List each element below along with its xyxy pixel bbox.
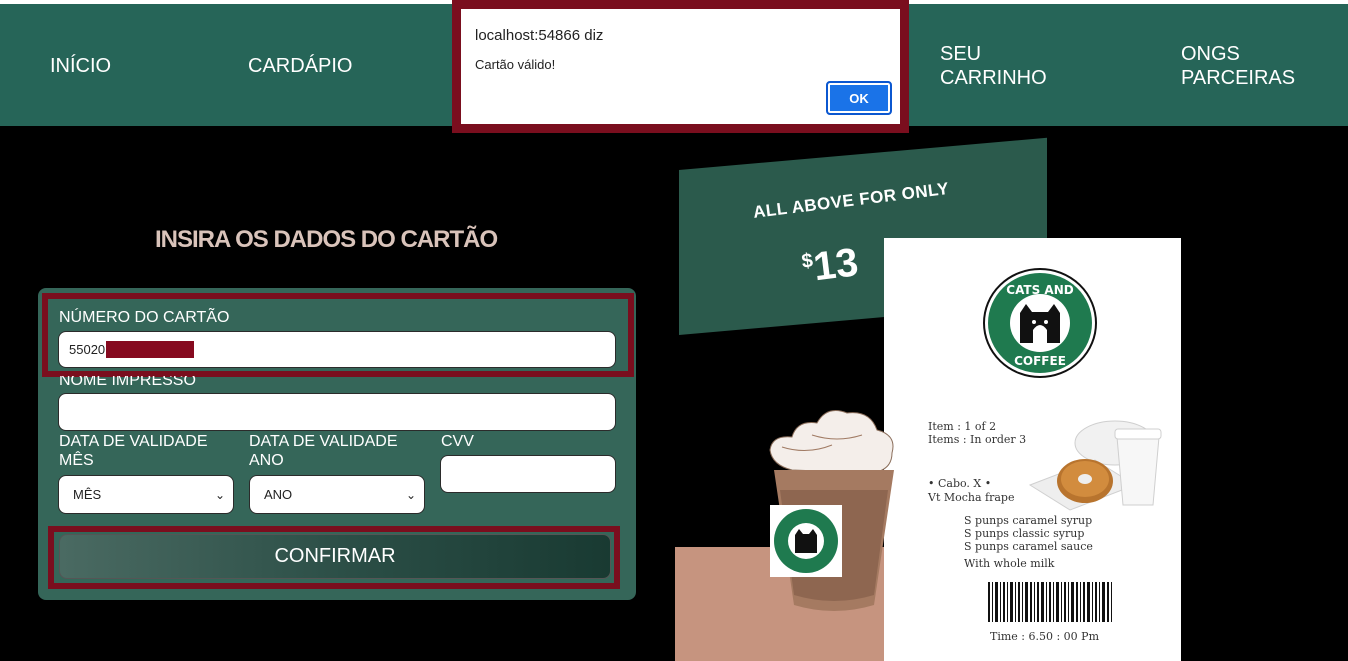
nav-link-cardapio[interactable]: CARDÁPIO: [248, 54, 352, 78]
card-number-highlight: [42, 293, 634, 377]
nav-ongs-line2: PARCEIRAS: [1181, 67, 1296, 89]
cats-and-coffee-logo-icon: CATS AND COFFEE: [983, 268, 1097, 378]
ok-button[interactable]: OK: [826, 81, 892, 115]
name-input[interactable]: [58, 393, 616, 431]
receipt-line: S punps classic syrup: [964, 527, 1085, 540]
month-label: DATA DE VALIDADE MÊS: [59, 432, 207, 470]
coffee-donut-icon: [1028, 420, 1162, 511]
logo-top-text: CATS AND: [1006, 283, 1073, 297]
year-label-line2: ANO: [249, 452, 284, 469]
receipt-line: S punps caramel syrup: [964, 514, 1093, 527]
month-label-line2: MÊS: [59, 452, 94, 469]
logo-bottom-text: COFFEE: [1014, 354, 1066, 368]
month-select-value: MÊS: [73, 487, 102, 502]
frappe-cup-icon: [769, 410, 894, 611]
cvv-label: CVV: [441, 433, 474, 450]
chevron-down-icon: ⌄: [214, 488, 225, 502]
receipt-line: Time : 6.50 : 00 Pm: [990, 630, 1100, 643]
nav-carrinho-line2: CARRINHO: [940, 67, 1047, 89]
receipt-line: • Cabo. X •: [928, 477, 992, 490]
receipt-line: Items : In order 3: [928, 433, 1027, 446]
alert-dialog-message: Cartão válido!: [475, 57, 556, 72]
price-value: 13: [811, 240, 861, 290]
alert-dialog-title: localhost:54866 diz: [475, 27, 604, 44]
barcode-icon: [988, 582, 1112, 622]
year-select[interactable]: ANO ⌄: [249, 475, 425, 514]
form-title: INSIRA OS DADOS DO CARTÃO: [155, 226, 498, 253]
nav-link-inicio[interactable]: INÍCIO: [50, 54, 111, 78]
confirm-highlight: [48, 526, 620, 589]
receipt-line: S punps caramel sauce: [964, 540, 1093, 553]
nav-link-carrinho[interactable]: SEU CARRINHO: [940, 42, 1047, 90]
receipt-line: Item : 1 of 2: [928, 420, 997, 433]
nav-ongs-line1: ONGS: [1181, 43, 1240, 65]
month-label-line1: DATA DE VALIDADE: [59, 433, 208, 450]
cvv-input[interactable]: [440, 455, 616, 493]
nav-link-ongs[interactable]: ONGS PARCEIRAS: [1181, 42, 1295, 90]
chevron-down-icon: ⌄: [405, 488, 416, 502]
receipt-line: Vt Mocha frape: [928, 491, 1015, 504]
year-select-value: ANO: [264, 487, 293, 502]
promo-price: $13: [800, 240, 861, 291]
year-label: DATA DE VALIDADE ANO: [249, 432, 397, 470]
month-select[interactable]: MÊS ⌄: [58, 475, 234, 514]
receipt-line: With whole milk: [964, 557, 1055, 570]
nav-carrinho-line1: SEU: [940, 43, 982, 65]
alert-dialog: localhost:54866 diz Cartão válido! OK: [452, 0, 909, 133]
year-label-line1: DATA DE VALIDADE: [249, 433, 398, 450]
